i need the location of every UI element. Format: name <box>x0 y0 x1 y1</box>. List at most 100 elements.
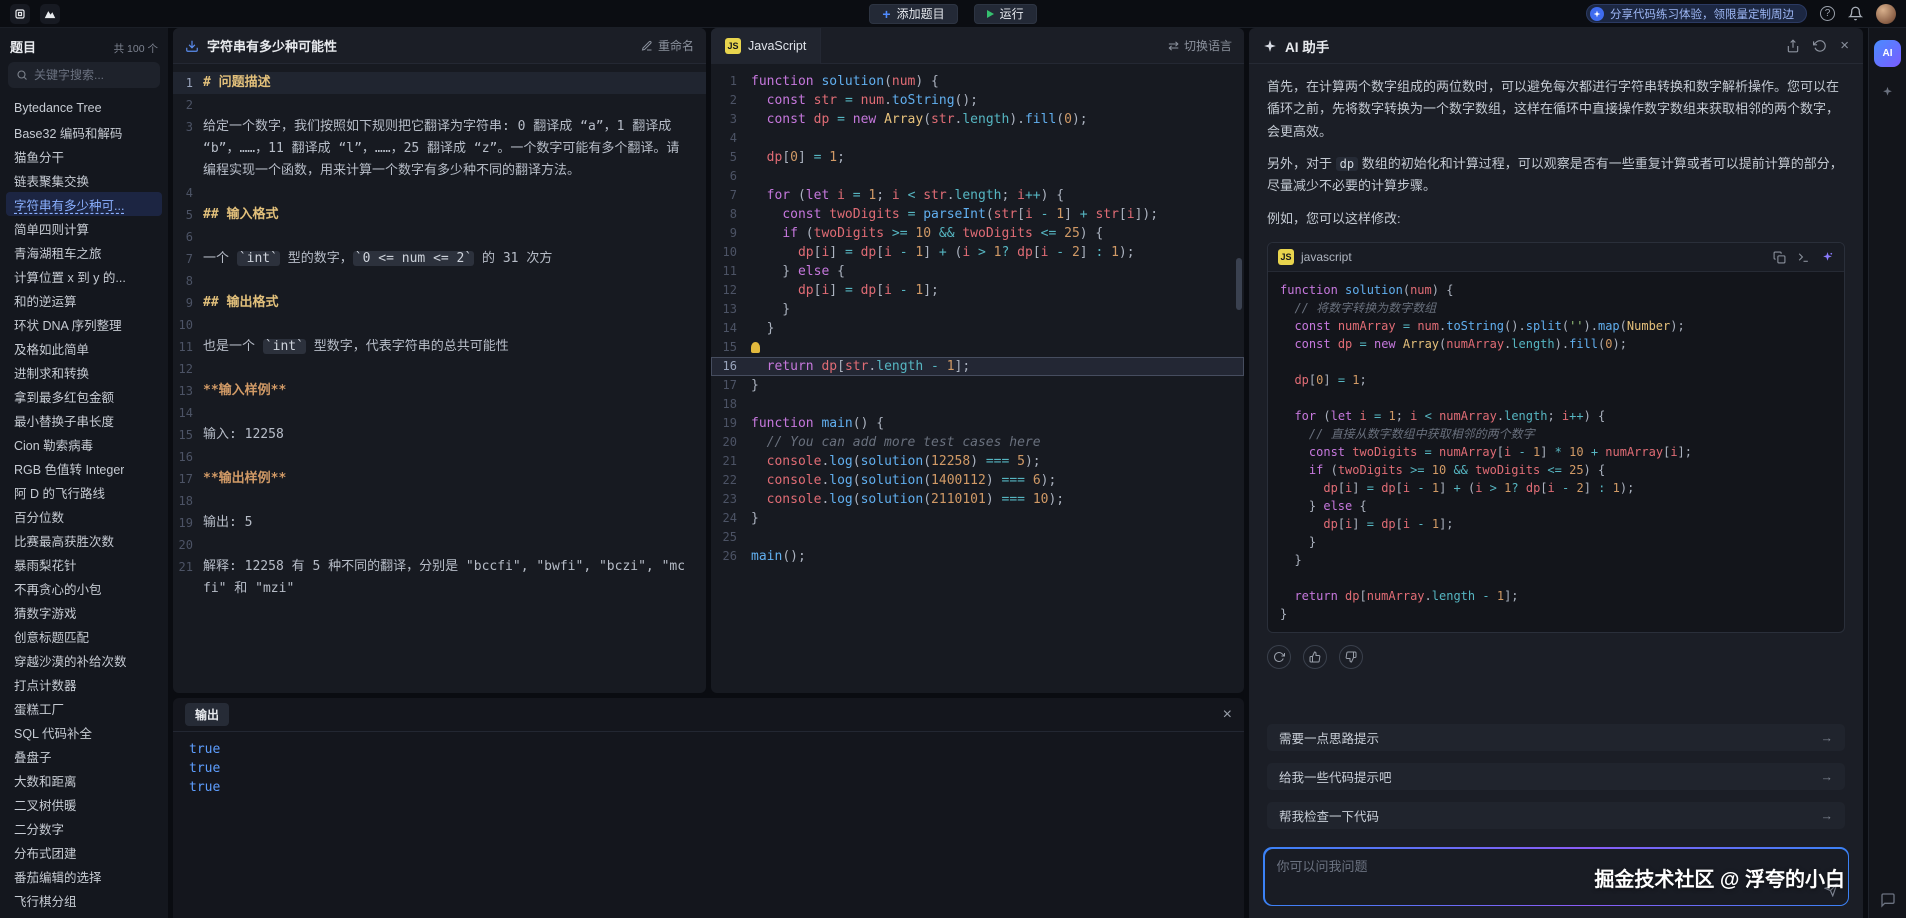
sidebar-item[interactable]: RGB 色值转 Integer <box>6 456 162 480</box>
line-content: } else { <box>751 262 1230 281</box>
sidebar-item[interactable]: 猜数字游戏 <box>6 600 162 624</box>
share-icon[interactable] <box>1786 39 1800 53</box>
line-number: 17 <box>711 376 751 395</box>
send-icon[interactable] <box>1824 883 1838 897</box>
code-editor[interactable]: 1function solution(num) {2 const str = n… <box>711 64 1244 693</box>
sidebar-item[interactable]: 进制求和转换 <box>6 360 162 384</box>
line-content: dp[i] = dp[i - 1] + (i > 1? dp[i - 2] : … <box>751 243 1230 262</box>
ai-assistant-icon[interactable]: AI <box>1874 40 1901 67</box>
ai-question-input[interactable] <box>1277 859 1836 874</box>
sidebar-item[interactable]: 环状 DNA 序列整理 <box>6 312 162 336</box>
sidebar-item-label: 拿到最多红包金额 <box>14 387 114 406</box>
run-button[interactable]: 运行 <box>974 4 1037 24</box>
line-content: } <box>751 509 1230 528</box>
sidebar-item[interactable]: 链表聚集交换 <box>6 168 162 192</box>
sidebar-item[interactable]: 番茄编辑的选择 <box>6 864 162 888</box>
assistant-message-text: 首先，在计算两个数字组成的两位数时，可以避免每次都进行字符串转换和数字解析操作。… <box>1267 76 1845 143</box>
close-icon[interactable]: × <box>1840 38 1849 53</box>
sidebar-item[interactable]: 简单四则计算 <box>6 216 162 240</box>
sidebar-item-label: 猜数字游戏 <box>14 603 77 622</box>
suggestion-button[interactable]: 需要一点思路提示→ <box>1267 724 1845 751</box>
switch-language-button[interactable]: ⇄ 切换语言 <box>1168 37 1232 54</box>
suggestion-button[interactable]: 给我一些代码提示吧→ <box>1267 763 1845 790</box>
sidebar-item[interactable]: 拿到最多红包金额 <box>6 384 162 408</box>
sidebar-item[interactable]: 最小替换子串长度 <box>6 408 162 432</box>
sidebar-item[interactable]: 及格如此简单 <box>6 336 162 360</box>
sidebar-item[interactable]: 打点计数器 <box>6 672 162 696</box>
problem-markdown-editor[interactable]: 1# 问题描述2 3给定一个数字，我们按照如下规则把它翻译为字符串: 0 翻译成… <box>173 64 706 693</box>
sidebar-item[interactable]: 飞行棋分组 <box>6 888 162 912</box>
sidebar-item[interactable]: 比赛最高获胜次数 <box>6 528 162 552</box>
line-content <box>751 129 1230 148</box>
sidebar-item-label: 青海湖租车之旅 <box>14 243 102 262</box>
suggestion-label: 帮我检查一下代码 <box>1279 806 1379 825</box>
line-content: dp[i] = dp[i - 1]; <box>751 281 1230 300</box>
line-content <box>203 182 692 204</box>
sidebar-item[interactable]: 字符串有多少种可... <box>6 192 162 216</box>
line-content: # 问题描述 <box>203 72 692 94</box>
line-number: 20 <box>711 433 751 452</box>
sidebar-item[interactable]: 创意标题匹配 <box>6 624 162 648</box>
sidebar-item[interactable]: 二分数字 <box>6 816 162 840</box>
add-problem-button[interactable]: + 添加题目 <box>869 4 957 24</box>
sidebar-item[interactable]: 计算位置 x 到 y 的... <box>6 264 162 288</box>
sidebar-item-label: Base32 编码和解码 <box>14 123 122 142</box>
sidebar-item[interactable]: SQL 代码补全 <box>6 720 162 744</box>
promo-button[interactable]: 分享代码练习体验，领限量定制周边 <box>1586 4 1807 23</box>
sidebar-item[interactable]: Cion 勒索病毒 <box>6 432 162 456</box>
insert-code-icon[interactable] <box>1797 251 1810 264</box>
plus-icon: + <box>882 7 890 21</box>
line-content <box>203 358 692 380</box>
tab-javascript[interactable]: JS JavaScript <box>711 28 821 64</box>
code-line: 12 <box>173 358 706 380</box>
sidebar-item[interactable]: 和的逆运算 <box>6 288 162 312</box>
code-line: } <box>1280 533 1832 551</box>
chat-icon[interactable] <box>1880 892 1896 908</box>
lightbulb-icon[interactable] <box>751 342 760 353</box>
avatar[interactable] <box>1876 4 1896 24</box>
sidebar-item[interactable]: 蛋糕工厂 <box>6 696 162 720</box>
thumbs-up-icon[interactable] <box>1303 645 1327 669</box>
sidebar-item[interactable]: 阿 D 的飞行路线 <box>6 480 162 504</box>
suggestion-button[interactable]: 帮我检查一下代码→ <box>1267 802 1845 829</box>
sidebar-item[interactable]: 叠盘子 <box>6 744 162 768</box>
output-close-icon[interactable]: × <box>1223 707 1232 723</box>
code-line: 19输出: 5 <box>173 512 706 534</box>
rename-button[interactable]: 重命名 <box>641 37 694 54</box>
sidebar-item[interactable]: 猫鱼分干 <box>6 144 162 168</box>
line-content: if (twoDigits >= 10 && twoDigits <= 25) … <box>751 224 1230 243</box>
sidebar-item[interactable]: 不再贪心的小包 <box>6 576 162 600</box>
sidebar-item[interactable]: 二叉树供暖 <box>6 792 162 816</box>
sidebar-item[interactable]: 穿越沙漠的补给次数 <box>6 648 162 672</box>
regenerate-icon[interactable] <box>1267 645 1291 669</box>
bell-icon[interactable] <box>1848 6 1863 21</box>
history-icon[interactable] <box>1813 39 1827 53</box>
line-number: 22 <box>711 471 751 490</box>
sidebar-item[interactable]: 百分位数 <box>6 504 162 528</box>
code-line: 8 <box>173 270 706 292</box>
sidebar-item[interactable]: Base32 编码和解码 <box>6 120 162 144</box>
thumbs-down-icon[interactable] <box>1339 645 1363 669</box>
sidebar-item[interactable]: 暴雨梨花针 <box>6 552 162 576</box>
sidebar-item[interactable]: Bytedance Tree <box>6 96 162 120</box>
line-content: const twoDigits = numArray[i - 1] * 10 +… <box>1280 443 1818 461</box>
app-logo-icon[interactable] <box>10 4 30 24</box>
sidebar-item-label: 环状 DNA 序列整理 <box>14 315 122 334</box>
line-number: 5 <box>711 148 751 167</box>
sidebar-item[interactable]: 大数和距离 <box>6 768 162 792</box>
sidebar-item[interactable]: 青海湖租车之旅 <box>6 240 162 264</box>
search-input[interactable] <box>34 68 152 82</box>
tab-output[interactable]: 输出 <box>185 703 229 726</box>
line-number: 7 <box>711 186 751 205</box>
magic-wand-icon[interactable] <box>1821 251 1834 264</box>
editor-scrollbar[interactable] <box>1236 258 1242 310</box>
mountain-logo-icon[interactable] <box>40 4 60 24</box>
sidebar-item[interactable]: 分布式团建 <box>6 840 162 864</box>
copy-icon[interactable] <box>1773 251 1786 264</box>
code-line: 10 <box>173 314 706 336</box>
line-content <box>203 446 692 468</box>
code-line: 6 <box>711 167 1244 186</box>
help-icon[interactable]: ? <box>1820 6 1835 21</box>
code-line: 14 <box>173 402 706 424</box>
magic-wand-icon[interactable] <box>1880 85 1895 100</box>
